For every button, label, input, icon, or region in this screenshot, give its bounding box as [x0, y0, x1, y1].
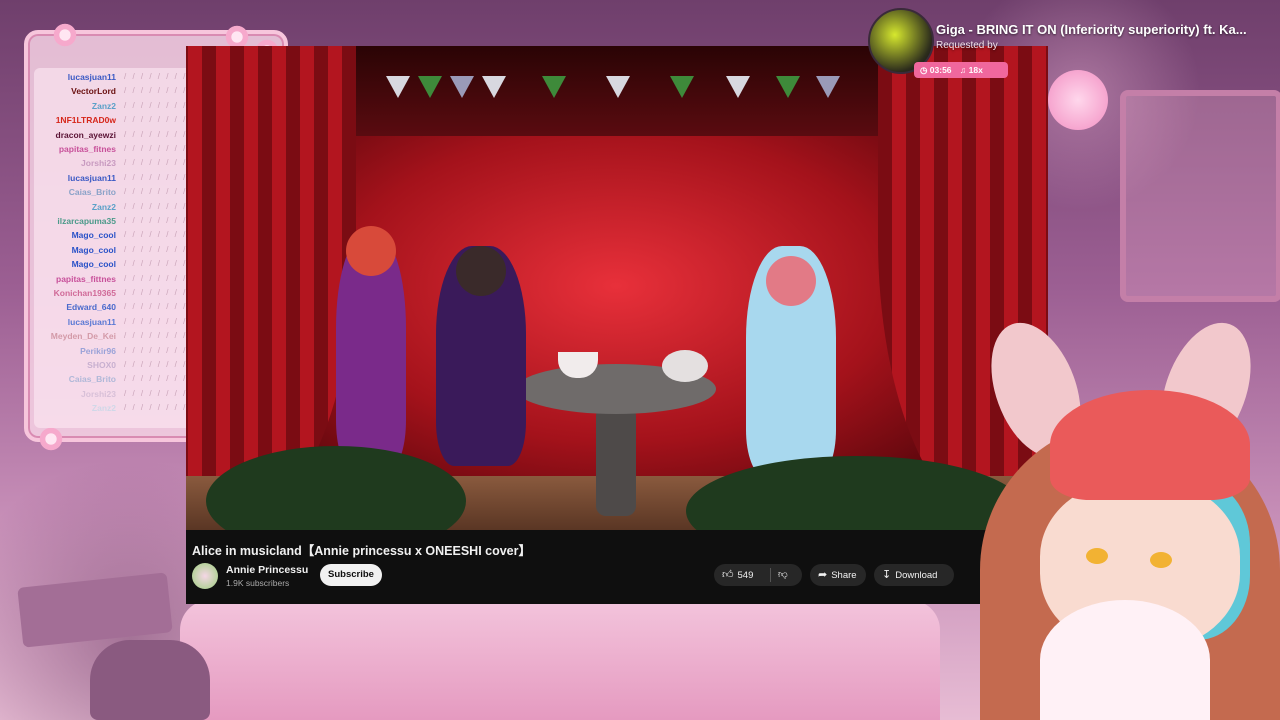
bunting-flag — [776, 76, 800, 98]
youtube-video-card: Alice in musicland【Annie princessu x ONE… — [186, 46, 1048, 604]
now-playing-widget: Giga - BRING IT ON (Inferiority superior… — [868, 6, 1278, 78]
chat-username[interactable]: papitas_fittnes — [56, 272, 116, 286]
chat-username[interactable]: ilzarcapuma35 — [57, 214, 116, 228]
avatar-plush — [1040, 600, 1210, 720]
chat-username[interactable]: Caias_Brito — [69, 185, 116, 199]
room-bed — [180, 600, 940, 720]
subscriber-count: 1.9K subscribers — [226, 578, 290, 588]
like-dislike-group: 👍︎ 549 👎︎ — [714, 564, 802, 586]
chat-username[interactable]: lucasjuan11 — [68, 171, 116, 185]
chat-username[interactable]: lucasjuan11 — [68, 315, 116, 329]
character-head — [456, 246, 506, 296]
track-time: 03:56 — [929, 65, 952, 75]
chat-username[interactable]: papitas_fitnes — [59, 142, 116, 156]
chat-username[interactable]: Jorshi23 — [81, 156, 116, 170]
chat-username[interactable]: 1NF1LTRAD0w — [56, 113, 116, 127]
bunting-flag — [606, 76, 630, 98]
share-arrow-icon: ➦ — [818, 569, 828, 581]
chat-username[interactable]: Mago_cool — [72, 243, 116, 257]
bunting-flag — [816, 76, 840, 98]
chat-username[interactable]: Meyden_De_Kei — [51, 329, 116, 343]
bunting-flag — [418, 76, 442, 98]
chat-username[interactable]: Jorshi23 — [81, 387, 116, 401]
chat-username[interactable]: Edward_640 — [66, 300, 116, 314]
channel-avatar[interactable] — [192, 563, 218, 589]
bunting-flag — [726, 76, 750, 98]
share-label: Share — [831, 570, 857, 581]
bunting-flag — [450, 76, 474, 98]
video-player[interactable] — [186, 46, 1048, 530]
sakura-flower-icon — [52, 22, 78, 48]
chat-username[interactable]: Konichan19365 — [54, 286, 116, 300]
chat-username[interactable]: lucasjuan11 — [68, 70, 116, 84]
room-lamp — [1048, 70, 1108, 130]
sakura-flower-icon — [38, 426, 64, 452]
bunting-flag — [386, 76, 410, 98]
bunting-flag — [542, 76, 566, 98]
chat-username[interactable]: Caias_Brito — [69, 372, 116, 386]
now-playing-badge: ◷ 03:56 ♫ 18x — [914, 62, 1008, 78]
like-count[interactable]: 549 — [738, 570, 754, 581]
chat-username[interactable]: dracon_ayewzi — [56, 128, 116, 142]
thumbs-up-icon[interactable]: 👍︎ — [722, 564, 734, 586]
download-label: Download — [895, 570, 938, 581]
chat-username[interactable]: Mago_cool — [72, 257, 116, 271]
character-head — [346, 226, 396, 276]
table-leg — [596, 406, 636, 516]
chat-username[interactable]: Perikir96 — [80, 344, 116, 358]
clock-icon: ◷ — [920, 65, 928, 75]
character-head — [766, 256, 816, 306]
video-title: Alice in musicland【Annie princessu x ONE… — [192, 544, 531, 558]
subscribe-button[interactable]: Subscribe — [320, 564, 382, 586]
chat-username[interactable]: Zanz2 — [92, 200, 116, 214]
thumbs-down-icon[interactable]: 👎︎ — [778, 564, 788, 586]
room-window — [1120, 90, 1280, 302]
play-count: 18x — [968, 65, 983, 75]
bunting-flag — [482, 76, 506, 98]
download-button[interactable]: ↧ Download — [874, 564, 954, 586]
room-backpack — [90, 640, 210, 720]
avatar-eye — [1150, 552, 1172, 568]
channel-name[interactable]: Annie Princessu — [226, 564, 308, 576]
chat-username[interactable]: Mago_cool — [72, 228, 116, 242]
video-info-bar: Alice in musicland【Annie princessu x ONE… — [186, 530, 1048, 604]
requested-by-label: Requested by — [936, 40, 998, 51]
divider — [770, 568, 771, 582]
download-icon: ↧ — [882, 569, 892, 581]
avatar-eye — [1086, 548, 1108, 564]
chat-username[interactable]: SHOX0 — [87, 358, 116, 372]
now-playing-title: Giga - BRING IT ON (Inferiority superior… — [936, 22, 1247, 37]
avatar-santa-hat — [1050, 390, 1250, 500]
chat-username[interactable]: Zanz2 — [92, 401, 116, 415]
share-button[interactable]: ➦ Share — [810, 564, 866, 586]
chat-username[interactable]: Zanz2 — [92, 99, 116, 113]
chat-username[interactable]: VectorLord — [71, 84, 116, 98]
bunting-flag — [670, 76, 694, 98]
music-note-icon: ♫ — [959, 65, 967, 75]
teapot — [662, 350, 708, 382]
